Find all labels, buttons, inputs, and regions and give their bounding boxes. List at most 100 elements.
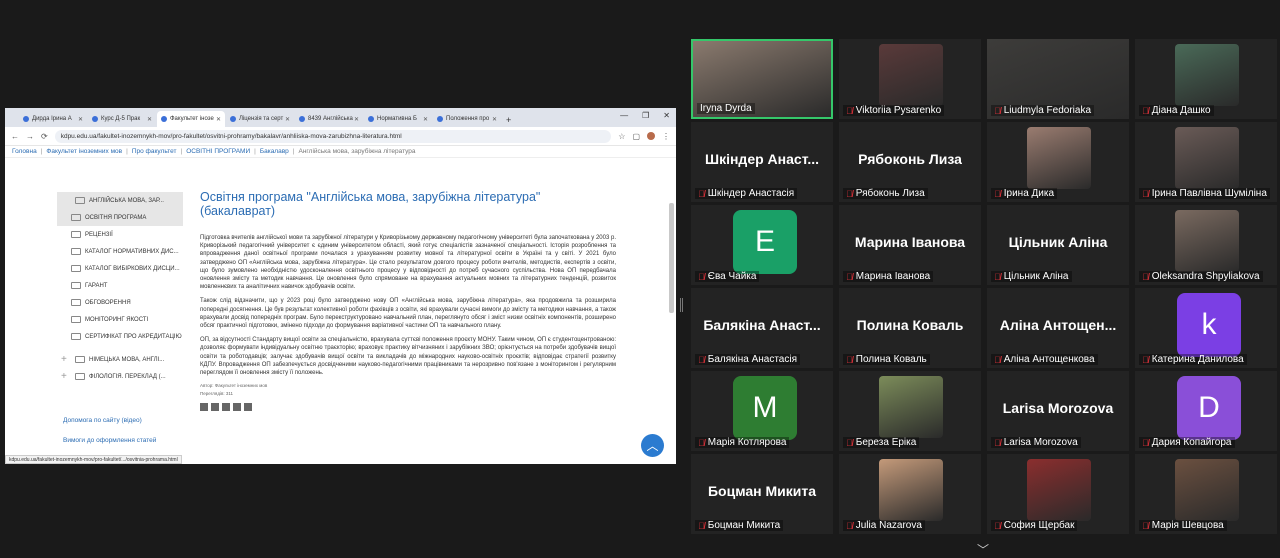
close-window-icon[interactable]: ✕ (663, 111, 670, 120)
url-field[interactable]: kdpu.edu.ua/fakultet-inozemnykh-mov/pro-… (54, 129, 612, 143)
close-tab-icon[interactable]: ✕ (492, 116, 497, 123)
participant-tile[interactable]: 🎙̸ Ірина Павлівна Шуміліна (1135, 122, 1277, 202)
sidebar-item[interactable]: + ФІЛОЛОГІЯ. ПЕРЕКЛАД (... (57, 368, 183, 385)
reload-icon[interactable]: ⟳ (41, 132, 48, 141)
tab-label: Положення про (446, 116, 490, 122)
breadcrumb-separator: | (180, 148, 183, 155)
browser-tab[interactable]: Факультет інозе ✕ (157, 111, 225, 127)
participant-tile[interactable]: 🎙̸ Viktoriia Pysarenko (839, 39, 981, 119)
participant-tile[interactable]: Боцман Микита 🎙̸ Боцман Микита (691, 454, 833, 534)
scrollbar[interactable] (669, 203, 674, 313)
sidebar-item[interactable]: КАТАЛОГ ВИБІРКОВИХ ДИСЦИ... (57, 260, 183, 277)
participant-tile[interactable]: M 🎙̸ Марія Котлярова (691, 371, 833, 451)
scroll-to-top-icon[interactable]: ︿ (641, 434, 664, 457)
participant-tile[interactable]: 🎙̸ Береза Еріка (839, 371, 981, 451)
tab-favicon-icon (23, 116, 29, 122)
participant-tile[interactable]: 🎙̸ Liudmyla Fedoriaka (987, 39, 1129, 119)
facebook-icon[interactable] (200, 403, 208, 412)
back-icon[interactable]: ← (11, 132, 19, 141)
sidebar-item[interactable]: СЕРТИФІКАТ ПРО АКРЕДИТАЦІЮ (57, 328, 183, 345)
browser-tab[interactable]: Нормативна Б ✕ (364, 111, 432, 127)
sidebar-item[interactable]: КАТАЛОГ НОРМАТИВНИХ ДИС... (57, 243, 183, 260)
split-drag-handle[interactable] (680, 298, 683, 312)
chevron-down-icon[interactable]: ﹀ (977, 541, 989, 558)
muted-mic-icon: 🎙̸ (846, 105, 853, 116)
participant-name-large: Шкіндер Анаст... (705, 151, 819, 167)
maximize-icon[interactable]: ❐ (642, 111, 649, 120)
linkedin-icon[interactable] (222, 403, 230, 412)
sidebar-item[interactable]: ОБГОВОРЕННЯ (57, 294, 183, 311)
participant-tile[interactable]: 🎙̸ София Щербак (987, 454, 1129, 534)
participant-tile[interactable]: Шкіндер Анаст... 🎙̸ Шкіндер Анастасія (691, 122, 833, 202)
sidebar-item[interactable]: ГАРАНТ (57, 277, 183, 294)
participant-tile[interactable]: 🎙̸ Julia Nazarova (839, 454, 981, 534)
sidebar-item[interactable]: + НІМЕЦЬКА МОВА, АНГЛІ... (57, 351, 183, 368)
sidebar-item[interactable]: АНГЛІЙСЬКА МОВА, ЗАР... (57, 192, 183, 209)
expand-plus-icon[interactable]: + (61, 354, 71, 365)
sidebar-item-label: КАТАЛОГ ВИБІРКОВИХ ДИСЦИ... (85, 265, 180, 272)
google-plus-icon[interactable] (211, 403, 219, 412)
close-tab-icon[interactable]: ✕ (285, 116, 290, 123)
minimize-icon[interactable]: — (620, 111, 628, 120)
browser-tab[interactable]: Ліцензія та серт ✕ (226, 111, 294, 127)
participant-tile[interactable]: D 🎙̸ Дария Копайгора (1135, 371, 1277, 451)
participant-tile[interactable]: Цільник Аліна 🎙̸ Цільник Аліна (987, 205, 1129, 285)
breadcrumb-item[interactable]: Про факультет (132, 148, 177, 155)
browser-menu-icon[interactable]: ⋮ (662, 132, 670, 141)
muted-mic-icon: 🎙̸ (1142, 437, 1149, 448)
breadcrumb-item[interactable]: Головна (12, 148, 37, 155)
participant-tile[interactable]: 🎙̸ Ірина Дика (987, 122, 1129, 202)
participant-tile[interactable]: Балякіна Анаст... 🎙̸ Балякіна Анастасія (691, 288, 833, 368)
browser-tab[interactable]: 8439 Англійська ✕ (295, 111, 363, 127)
participant-tile[interactable]: 🎙̸ Oleksandra Shpyliakova (1135, 205, 1277, 285)
close-tab-icon[interactable]: ✕ (354, 116, 359, 123)
participant-name-large: Балякіна Анаст... (703, 317, 821, 333)
sidebar-item[interactable]: МОНІТОРИНГ ЯКОСТІ (57, 311, 183, 328)
participant-name: Iryna Dyrda (700, 103, 752, 114)
extensions-icon[interactable]: ▢ (632, 132, 640, 141)
participant-tile[interactable]: Рябоконь Лиза 🎙̸ Рябоконь Лиза (839, 122, 981, 202)
muted-mic-icon: 🎙̸ (1142, 188, 1149, 199)
participant-initial-avatar: D (1177, 376, 1241, 440)
participant-name: Боцман Микита (707, 520, 781, 531)
profile-avatar[interactable] (647, 132, 655, 140)
close-tab-icon[interactable]: ✕ (423, 116, 428, 123)
participant-tile[interactable]: k 🎙̸ Катерина Данилова (1135, 288, 1277, 368)
help-video-link[interactable]: Допомога по сайту (відео) (63, 411, 156, 431)
participant-name: Liudmyla Fedoriaka (1003, 105, 1092, 116)
participant-video (879, 44, 943, 106)
tab-favicon-icon (92, 116, 98, 122)
participant-tile[interactable]: 🎙̸ Діана Дашко (1135, 39, 1277, 119)
participant-tile[interactable]: Аліна Антощен... 🎙̸ Аліна Антощенкова (987, 288, 1129, 368)
twitter-icon[interactable] (233, 403, 241, 412)
participant-video (1175, 459, 1239, 521)
article-requirements-link[interactable]: Вимоги до оформлення статей (63, 431, 156, 451)
email-icon[interactable] (244, 403, 252, 412)
close-tab-icon[interactable]: ✕ (216, 116, 221, 123)
participant-tile[interactable]: Iryna Dyrda (691, 39, 833, 119)
participant-name: Шкіндер Анастасія (707, 188, 795, 199)
browser-tab[interactable]: Положення про ✕ (433, 111, 501, 127)
folder-icon (71, 282, 81, 289)
folder-icon (75, 356, 85, 363)
participant-tile[interactable]: Полина Коваль 🎙̸ Полина Коваль (839, 288, 981, 368)
browser-tab[interactable]: Дирда Ірина А ✕ (19, 111, 87, 127)
participant-tile[interactable]: Марина Іванова 🎙̸ Марина Іванова (839, 205, 981, 285)
bookmark-star-icon[interactable]: ☆ (618, 132, 625, 141)
close-tab-icon[interactable]: ✕ (78, 116, 83, 123)
participant-tile[interactable]: Larisa Morozova 🎙̸ Larisa Morozova (987, 371, 1129, 451)
forward-icon[interactable]: → (26, 132, 34, 141)
sidebar-item[interactable]: РЕЦЕНЗІЇ (57, 226, 183, 243)
browser-tab[interactable]: Курс Д-5 Прак ✕ (88, 111, 156, 127)
expand-plus-icon[interactable]: + (61, 371, 71, 382)
participant-name: Балякіна Анастасія (707, 354, 798, 365)
breadcrumb-item[interactable]: Бакалавр (260, 148, 289, 155)
breadcrumb-item[interactable]: ОСВІТНІ ПРОГРАМИ (186, 148, 250, 155)
new-tab-icon[interactable]: + (506, 115, 511, 125)
breadcrumb-item[interactable]: Факультет іноземних мов (46, 148, 122, 155)
participant-tile[interactable]: E 🎙̸ Єва Чайка (691, 205, 833, 285)
sidebar-item[interactable]: ОСВІТНЯ ПРОГРАМА (57, 209, 183, 226)
participant-label: 🎙̸ Балякіна Анастасія (695, 354, 801, 365)
close-tab-icon[interactable]: ✕ (147, 116, 152, 123)
participant-tile[interactable]: 🎙̸ Марія Шевцова (1135, 454, 1277, 534)
